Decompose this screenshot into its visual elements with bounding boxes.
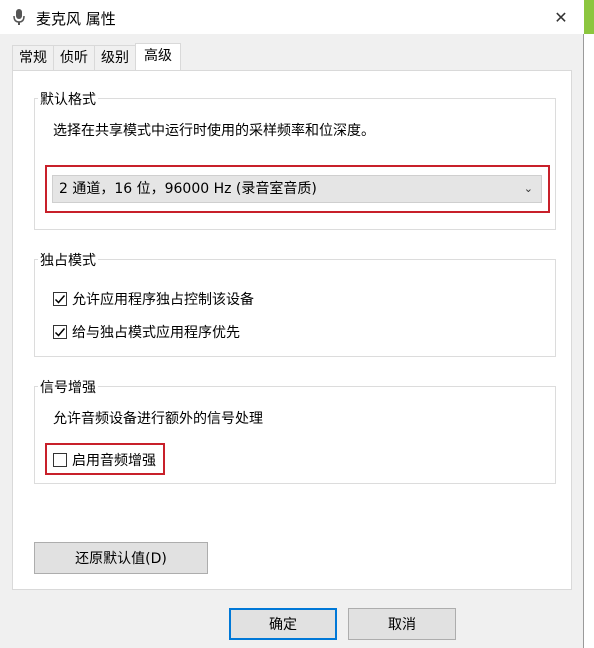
- exclusive-mode-title: 独占模式: [38, 250, 98, 270]
- restore-defaults-button[interactable]: 还原默认值(D): [34, 542, 208, 574]
- checkmark-icon: [54, 295, 66, 304]
- tab-strip: 常规 侦听 级别 高级: [12, 43, 181, 71]
- tab-listen[interactable]: 侦听: [53, 45, 95, 70]
- enable-audio-enhancement-checkbox[interactable]: [53, 453, 67, 467]
- background-window-titlebar: [584, 0, 594, 34]
- checkmark-icon: [54, 328, 66, 337]
- microphone-icon: [13, 9, 25, 25]
- close-icon: ✕: [554, 7, 568, 27]
- allow-exclusive-control-label: 允许应用程序独占控制该设备: [72, 292, 254, 308]
- enable-audio-enhancement-label: 启用音频增强: [72, 453, 156, 469]
- exclusive-priority-checkbox[interactable]: [53, 325, 67, 339]
- tab-advanced[interactable]: 高级: [135, 43, 181, 70]
- cancel-button[interactable]: 取消: [348, 608, 456, 640]
- allow-exclusive-control-option[interactable]: 允许应用程序独占控制该设备: [53, 289, 254, 309]
- default-format-title: 默认格式: [38, 89, 98, 109]
- tab-general[interactable]: 常规: [12, 45, 54, 70]
- sample-format-value: 2 通道，16 位，96000 Hz (录音室音质): [59, 181, 317, 197]
- exclusive-priority-label: 给与独占模式应用程序优先: [72, 325, 240, 341]
- sample-format-dropdown[interactable]: 2 通道，16 位，96000 Hz (录音室音质) ⌄: [52, 175, 542, 203]
- chevron-down-icon: ⌄: [523, 182, 533, 195]
- titlebar: 麦克风 属性 ✕: [0, 0, 584, 34]
- background-window-edge: [584, 0, 594, 648]
- default-format-description: 选择在共享模式中运行时使用的采样频率和位深度。: [53, 123, 375, 139]
- signal-enhancement-title: 信号增强: [38, 377, 98, 397]
- enable-audio-enhancement-option[interactable]: 启用音频增强: [53, 450, 156, 470]
- close-button[interactable]: ✕: [538, 0, 584, 34]
- window-title: 麦克风 属性: [36, 10, 116, 28]
- signal-enhancement-description: 允许音频设备进行额外的信号处理: [53, 411, 263, 427]
- ok-button[interactable]: 确定: [229, 608, 337, 640]
- allow-exclusive-control-checkbox[interactable]: [53, 292, 67, 306]
- properties-dialog: 麦克风 属性 ✕ 常规 侦听 级别 高级 默认格式 选择在共享模式中运行时使用的…: [0, 0, 584, 648]
- exclusive-priority-option[interactable]: 给与独占模式应用程序优先: [53, 322, 240, 342]
- tab-levels[interactable]: 级别: [94, 45, 136, 70]
